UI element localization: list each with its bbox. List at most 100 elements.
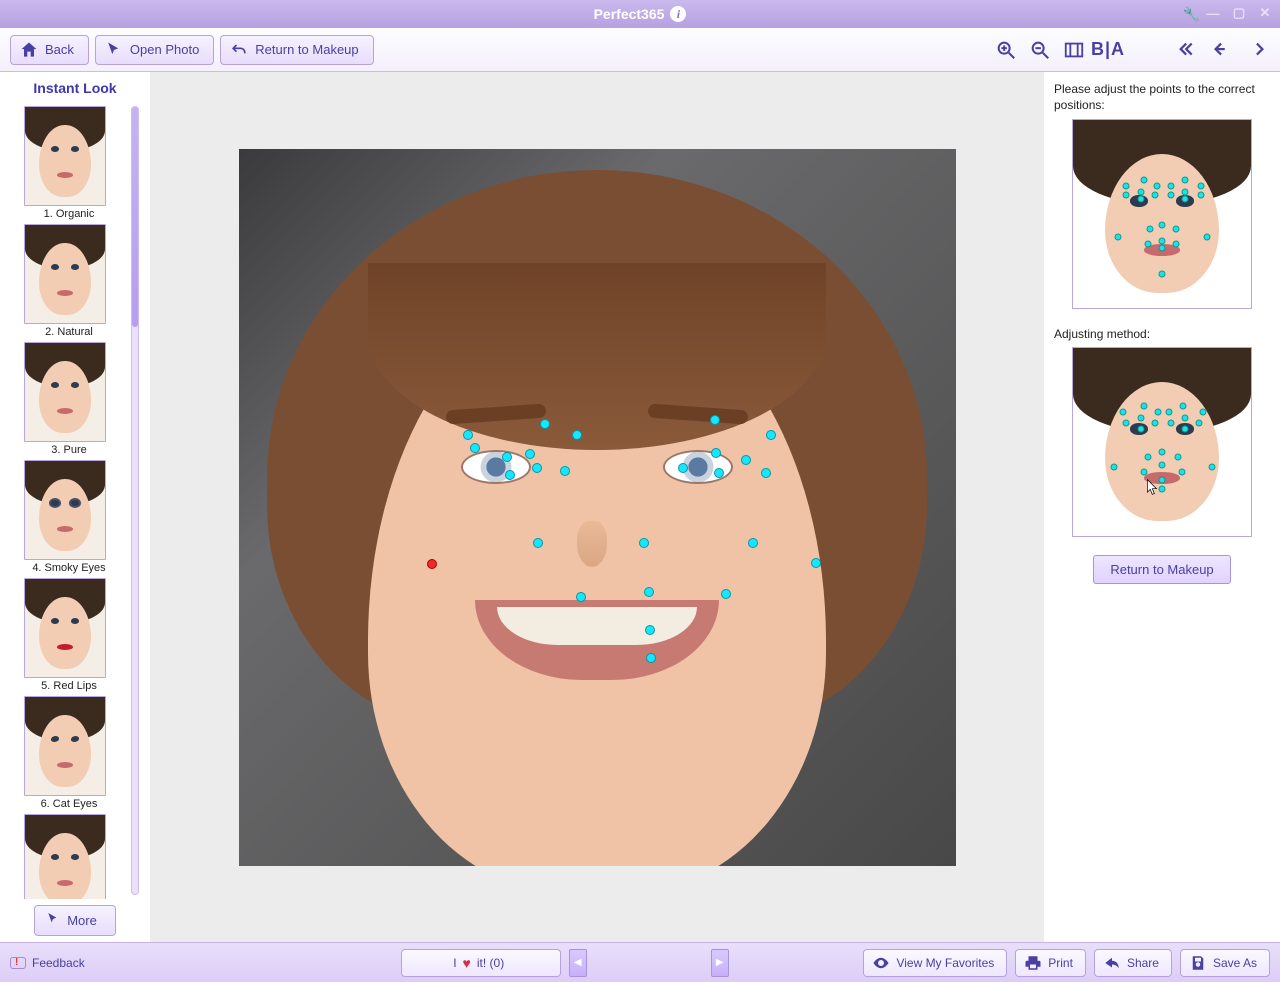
look-thumb[interactable]: 3. Pure bbox=[24, 342, 114, 456]
sidebar-heading: Instant Look bbox=[33, 80, 116, 96]
close-button[interactable]: ✕ bbox=[1256, 4, 1274, 22]
face-point[interactable] bbox=[540, 419, 550, 429]
face-point[interactable] bbox=[678, 463, 688, 473]
look-thumb[interactable]: 6. Cat Eyes bbox=[24, 696, 114, 810]
fit-screen-button[interactable] bbox=[1060, 36, 1088, 64]
maximize-button[interactable]: ▢ bbox=[1230, 4, 1248, 22]
look-label: 4. Smoky Eyes bbox=[24, 562, 114, 574]
ref-point bbox=[1182, 188, 1189, 195]
ref-point bbox=[1151, 192, 1158, 199]
toolbar: Back Open Photo Return to Makeup B|A bbox=[0, 28, 1280, 72]
face-point[interactable] bbox=[766, 430, 776, 440]
love-it-button[interactable]: I ♥ it! (0) bbox=[401, 949, 561, 977]
look-thumb[interactable]: 2. Natural bbox=[24, 224, 114, 338]
print-button[interactable]: Print bbox=[1015, 949, 1086, 977]
main-photo[interactable] bbox=[239, 149, 956, 866]
face-point[interactable] bbox=[463, 430, 473, 440]
reference-image-2 bbox=[1072, 347, 1252, 537]
back-button[interactable]: Back bbox=[10, 35, 89, 65]
prev-button[interactable]: ◀ bbox=[569, 949, 587, 977]
undo-all-button[interactable] bbox=[1174, 36, 1202, 64]
return-makeup-button[interactable]: Return to Makeup bbox=[220, 35, 373, 65]
eye-icon bbox=[872, 954, 890, 972]
ref-point bbox=[1182, 177, 1189, 184]
look-label: 1. Organic bbox=[24, 208, 114, 220]
back-label: Back bbox=[45, 42, 74, 57]
ref-point bbox=[1159, 245, 1166, 252]
ref-point bbox=[1137, 426, 1144, 433]
ref-point bbox=[1199, 409, 1206, 416]
info-icon[interactable]: i bbox=[670, 6, 686, 22]
look-thumb[interactable]: 5. Red Lips bbox=[24, 578, 114, 692]
look-thumb[interactable]: 1. Organic bbox=[24, 106, 114, 220]
ref-point bbox=[1182, 414, 1189, 421]
zoom-out-button[interactable] bbox=[1026, 36, 1054, 64]
ref-point bbox=[1166, 409, 1173, 416]
face-point[interactable] bbox=[710, 415, 720, 425]
ref-point bbox=[1159, 448, 1166, 455]
face-point[interactable] bbox=[748, 538, 758, 548]
face-point[interactable] bbox=[811, 558, 821, 568]
share-button[interactable]: Share bbox=[1094, 949, 1172, 977]
face-point[interactable] bbox=[644, 587, 654, 597]
return-makeup-side-button[interactable]: Return to Makeup bbox=[1093, 555, 1230, 584]
feedback-label: Feedback bbox=[32, 956, 85, 970]
face-point[interactable] bbox=[427, 559, 437, 569]
save-as-button[interactable]: Save As bbox=[1180, 949, 1270, 977]
face-point[interactable] bbox=[721, 589, 731, 599]
scrollbar-handle[interactable] bbox=[132, 107, 138, 327]
ref-point bbox=[1182, 426, 1189, 433]
bottombar: Feedback I ♥ it! (0) ◀ ▶ View My Favorit… bbox=[0, 942, 1280, 982]
face-point[interactable] bbox=[639, 538, 649, 548]
ref-point bbox=[1203, 233, 1210, 240]
ref-point bbox=[1159, 461, 1166, 468]
face-point[interactable] bbox=[646, 653, 656, 663]
open-photo-button[interactable]: Open Photo bbox=[95, 35, 214, 65]
face-point[interactable] bbox=[502, 452, 512, 462]
ref-point bbox=[1151, 420, 1158, 427]
settings-wrench-icon[interactable]: 🔧 bbox=[1183, 6, 1200, 23]
look-thumb[interactable]: 4. Smoky Eyes bbox=[24, 460, 114, 574]
face-point[interactable] bbox=[714, 468, 724, 478]
face-point[interactable] bbox=[572, 430, 582, 440]
face-point[interactable] bbox=[711, 448, 721, 458]
face-point[interactable] bbox=[741, 455, 751, 465]
face-point[interactable] bbox=[560, 466, 570, 476]
look-label: 5. Red Lips bbox=[24, 680, 114, 692]
ref-point bbox=[1167, 182, 1174, 189]
redo-button[interactable] bbox=[1242, 36, 1270, 64]
app-title: Perfect365 bbox=[594, 6, 665, 22]
ref-point bbox=[1137, 196, 1144, 203]
ref-point bbox=[1159, 486, 1166, 493]
adjust-instruction: Please adjust the points to the correct … bbox=[1054, 82, 1270, 113]
undo-button[interactable] bbox=[1208, 36, 1236, 64]
titlebar: Perfect365 i 🔧 — ▢ ✕ bbox=[0, 0, 1280, 28]
method-label: Adjusting method: bbox=[1054, 327, 1270, 341]
face-point[interactable] bbox=[761, 468, 771, 478]
face-point[interactable] bbox=[576, 592, 586, 602]
ref-point bbox=[1137, 188, 1144, 195]
look-thumb[interactable] bbox=[24, 814, 114, 899]
face-point[interactable] bbox=[532, 463, 542, 473]
look-thumbnails: 1. Organic 2. Natural3. Pure 4. Smoky Eyes… bbox=[7, 102, 131, 899]
face-point[interactable] bbox=[470, 443, 480, 453]
face-point[interactable] bbox=[505, 470, 515, 480]
ref-point bbox=[1123, 420, 1130, 427]
ref-point bbox=[1182, 196, 1189, 203]
sidebar-scrollbar[interactable] bbox=[131, 106, 139, 895]
ref-point bbox=[1159, 237, 1166, 244]
ref-point bbox=[1144, 454, 1151, 461]
next-button[interactable]: ▶ bbox=[711, 949, 729, 977]
face-point[interactable] bbox=[645, 625, 655, 635]
face-point[interactable] bbox=[533, 538, 543, 548]
ref-point bbox=[1144, 241, 1151, 248]
before-after-toggle[interactable]: B|A bbox=[1094, 36, 1122, 64]
more-button[interactable]: More bbox=[34, 905, 116, 936]
feedback-link[interactable]: Feedback bbox=[10, 956, 85, 970]
face-point[interactable] bbox=[525, 449, 535, 459]
minimize-button[interactable]: — bbox=[1204, 4, 1222, 22]
view-favorites-button[interactable]: View My Favorites bbox=[863, 949, 1007, 977]
zoom-in-button[interactable] bbox=[992, 36, 1020, 64]
ref-point bbox=[1178, 469, 1185, 476]
ref-point bbox=[1141, 469, 1148, 476]
